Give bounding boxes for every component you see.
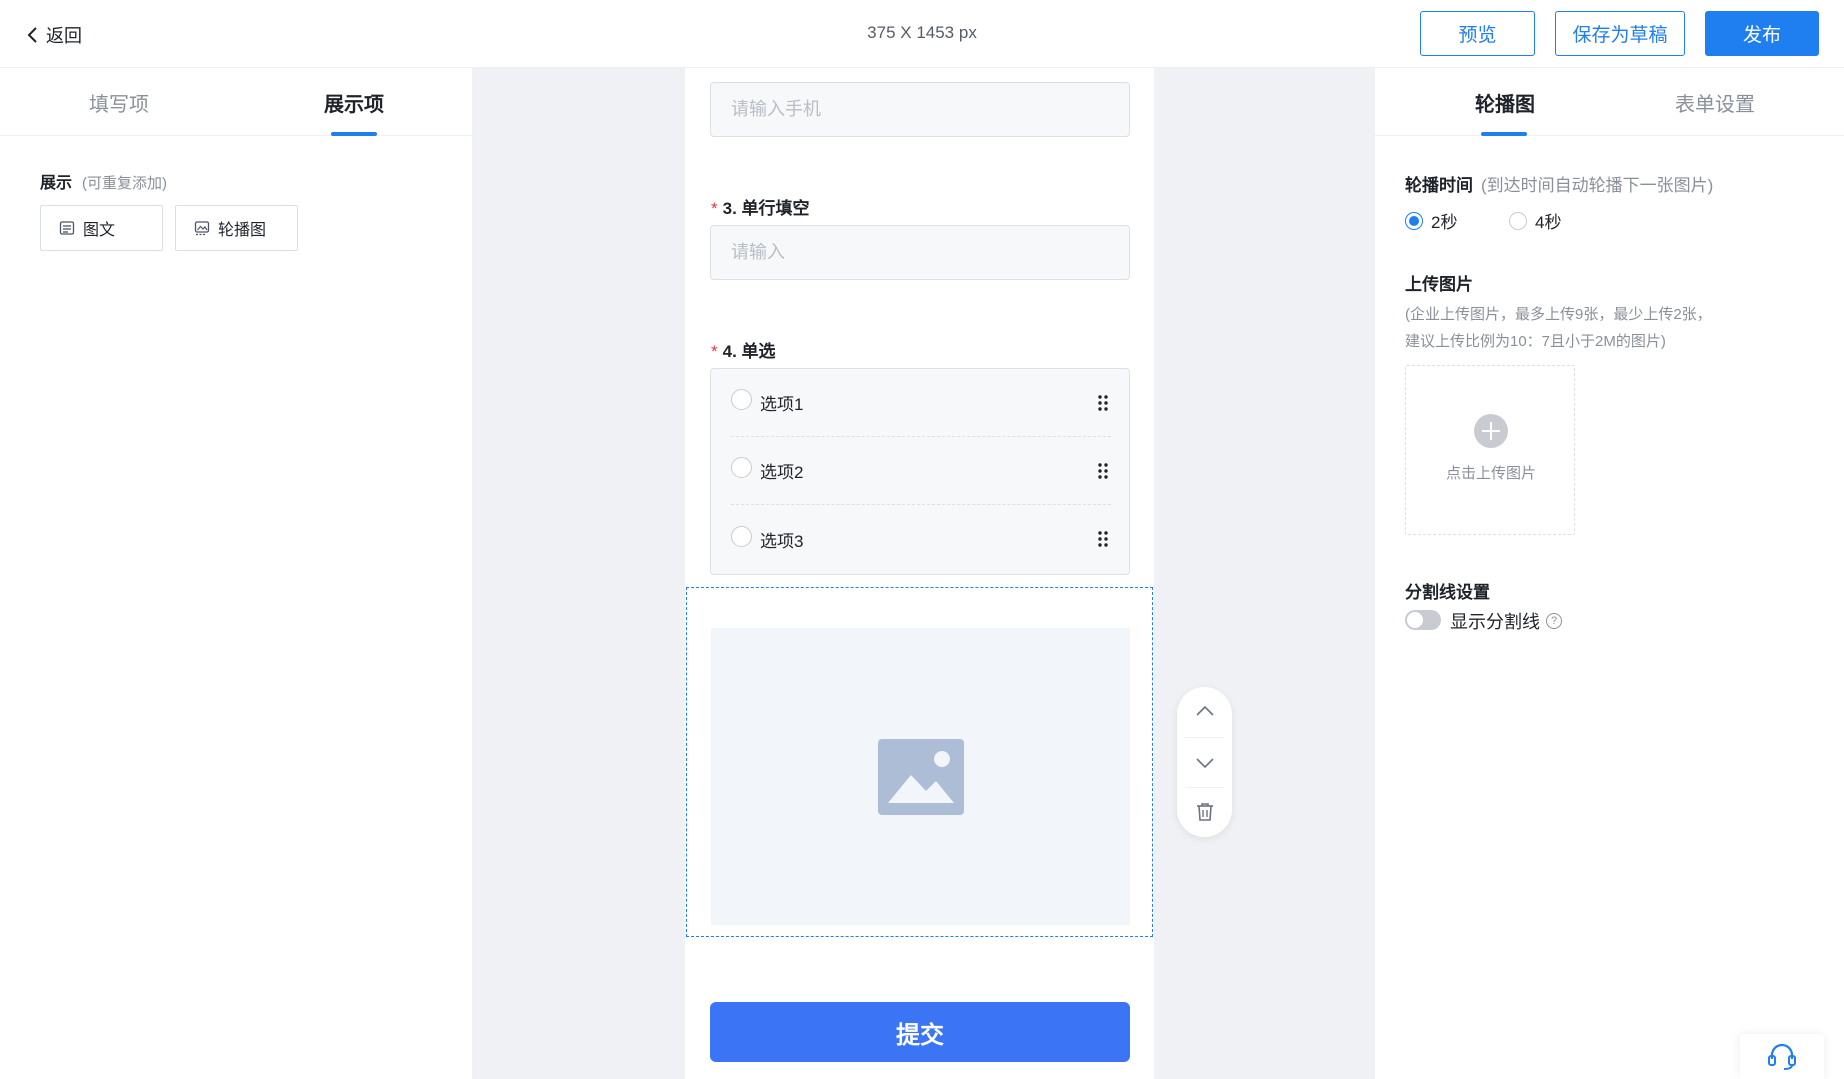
phone-input[interactable] xyxy=(710,82,1130,137)
interval-title: 轮播时间 (到达时间自动轮播下一张图片) xyxy=(1405,171,1713,196)
interval-hint: (到达时间自动轮播下一张图片) xyxy=(1481,176,1714,195)
radio-unselected-icon[interactable] xyxy=(1509,211,1527,230)
radio-selected-icon[interactable] xyxy=(1405,211,1423,230)
tab-display-items[interactable]: 展示项 xyxy=(324,88,384,117)
carousel-label: 轮播图 xyxy=(218,222,267,239)
option-label: 选项3 xyxy=(760,531,804,551)
radio-circle-icon[interactable] xyxy=(731,525,752,547)
customer-support-button[interactable] xyxy=(1740,1034,1824,1079)
carousel-icon xyxy=(194,221,210,236)
interval-option-label: 2秒 xyxy=(1431,213,1458,232)
headset-icon xyxy=(1768,1043,1796,1070)
interval-option-2s[interactable]: 2秒 xyxy=(1405,208,1457,233)
question-4-number: 4. xyxy=(722,342,737,361)
back-button[interactable]: 返回 xyxy=(26,22,82,48)
single-choice-box: 选项1 选项2 选项3 xyxy=(710,368,1130,575)
trash-icon xyxy=(1196,803,1213,821)
upload-desc-line: 建议上传比例为10：7且小于2M的图片) xyxy=(1405,333,1666,350)
delete-button[interactable] xyxy=(1177,787,1232,837)
tab-form-settings[interactable]: 表单设置 xyxy=(1675,88,1755,117)
plus-icon xyxy=(1474,414,1508,448)
tab-carousel[interactable]: 轮播图 xyxy=(1475,88,1535,117)
interval-option-4s[interactable]: 4秒 xyxy=(1509,208,1561,233)
divider-settings-title: 分割线设置 xyxy=(1405,583,1490,602)
tab-active-indicator xyxy=(1481,132,1527,136)
option-label: 选项1 xyxy=(760,395,804,414)
required-mark: * xyxy=(711,199,718,218)
display-section-title: 展示 (可重复添加) xyxy=(40,169,167,193)
radio-option[interactable]: 选项3 xyxy=(731,505,1111,573)
submit-button[interactable]: 提交 xyxy=(710,1002,1130,1062)
divider-toggle[interactable] xyxy=(1405,610,1441,630)
image-text-icon xyxy=(59,221,75,235)
tab-fill-items[interactable]: 填写项 xyxy=(89,88,149,117)
component-toolbar xyxy=(1177,687,1232,837)
chevron-up-icon xyxy=(1195,705,1214,716)
publish-button[interactable]: 发布 xyxy=(1705,11,1819,56)
image-placeholder-icon xyxy=(877,738,964,815)
question-3-number: 3. xyxy=(722,199,737,218)
save-draft-button[interactable]: 保存为草稿 xyxy=(1555,11,1685,56)
drag-handle-icon[interactable] xyxy=(1095,529,1111,549)
question-4-label: 单选 xyxy=(741,342,776,361)
top-bar: 返回 375 X 1453 px 预览 保存为草稿 发布 xyxy=(0,0,1844,68)
move-up-button[interactable] xyxy=(1177,687,1232,737)
phone-preview: *3. 单行填空 *4. 单选 选项1 选项2 选项3 xyxy=(685,68,1154,1079)
radio-option[interactable]: 选项1 xyxy=(731,369,1111,437)
drag-handle-icon[interactable] xyxy=(1095,461,1111,481)
upload-description: (企业上传图片，最多上传9张，最少上传2张， 建议上传比例为10：7且小于2M的… xyxy=(1405,301,1805,355)
radio-option[interactable]: 选项2 xyxy=(731,437,1111,505)
left-panel: 填写项 展示项 展示 (可重复添加) 图文 轮播图 xyxy=(0,68,473,1079)
question-4-title: * 4. 单选 xyxy=(711,337,776,362)
upload-title: 上传图片 xyxy=(1405,275,1473,294)
display-section-hint: (可重复添加) xyxy=(82,175,168,192)
drag-handle-icon[interactable] xyxy=(1095,393,1111,413)
add-carousel-button[interactable]: 轮播图 xyxy=(175,205,298,251)
upload-button-label: 点击上传图片 xyxy=(1445,465,1536,482)
option-label: 选项2 xyxy=(760,463,804,482)
upload-image-button[interactable]: 点击上传图片 xyxy=(1405,365,1575,535)
chevron-left-icon xyxy=(27,27,37,43)
tab-active-indicator xyxy=(331,132,377,136)
divider-toggle-label: 显示分割线 ? xyxy=(1450,608,1562,634)
radio-circle-icon[interactable] xyxy=(731,457,752,478)
right-tabs: 轮播图 表单设置 xyxy=(1375,68,1844,136)
question-3-title: * 3. 单行填空 xyxy=(711,194,810,219)
interval-label: 轮播时间 xyxy=(1405,176,1473,195)
chevron-down-icon xyxy=(1195,758,1214,769)
right-panel: 轮播图 表单设置 轮播时间 (到达时间自动轮播下一张图片) 2秒 4秒 上传图片 … xyxy=(1374,68,1844,1079)
help-icon[interactable]: ? xyxy=(1546,613,1562,629)
divider-label-text: 显示分割线 xyxy=(1450,612,1540,632)
question-3-label: 单行填空 xyxy=(741,199,810,218)
image-text-label: 图文 xyxy=(83,222,116,239)
radio-circle-icon[interactable] xyxy=(731,389,752,410)
carousel-image-placeholder xyxy=(711,628,1130,925)
upload-desc-line: (企业上传图片，最多上传9张，最少上传2张， xyxy=(1405,306,1712,323)
add-image-text-button[interactable]: 图文 xyxy=(40,205,163,251)
preview-button[interactable]: 预览 xyxy=(1420,11,1535,56)
back-label: 返回 xyxy=(46,26,82,46)
interval-option-label: 4秒 xyxy=(1535,213,1562,232)
single-line-input[interactable] xyxy=(710,225,1130,280)
required-mark: * xyxy=(711,342,718,361)
display-section-label: 展示 xyxy=(40,175,73,192)
left-tabs: 填写项 展示项 xyxy=(0,68,472,136)
move-down-button[interactable] xyxy=(1177,737,1232,787)
carousel-component-selected[interactable] xyxy=(686,587,1153,937)
